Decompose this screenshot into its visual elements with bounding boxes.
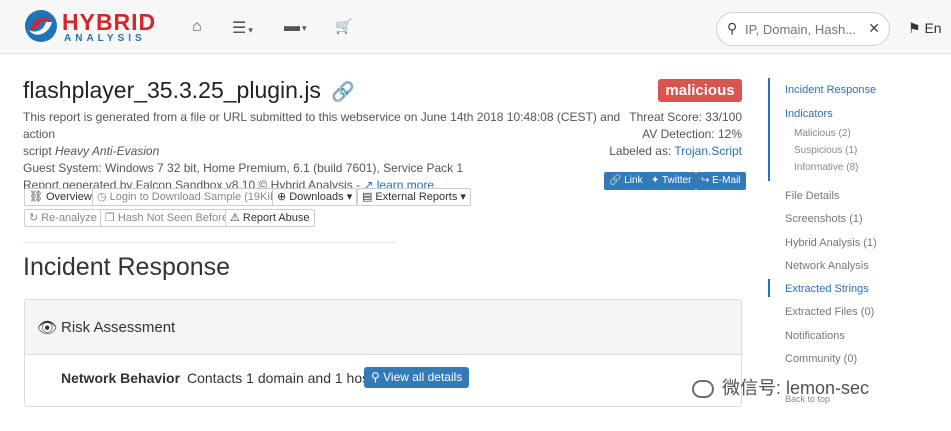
search-icon: ⚲ [727,20,738,36]
panel-title: Risk Assessment [61,319,176,336]
list-menu-icon[interactable]: ☰ ▾ [232,18,253,38]
share-link-button[interactable]: 🔗 Link [604,172,648,190]
chevron-down-icon: ▾ [460,191,466,203]
sidebar-active-indicator [768,279,770,297]
risk-assessment-panel: 👁 Risk Assessment Network Behavior Conta… [24,299,742,407]
malware-label-link[interactable]: Trojan.Script [674,144,742,158]
chevron-down-icon: ▾ [302,23,307,33]
score-block: Threat Score: 33/100 AV Detection: 12% L… [609,109,742,160]
section-title: Incident Response [23,253,231,281]
report-abuse-button[interactable]: ⚠ Report Abuse [225,209,315,227]
permalink-icon[interactable]: 🔗 [331,82,355,103]
action-script-name: Heavy Anti-Evasion [55,144,160,158]
reanalyze-button[interactable]: ↻ Re-analyze [24,209,102,227]
external-reports-dropdown[interactable]: ▤ External Reports ▾ [357,188,471,206]
link-icon: ⛓ [29,191,43,203]
share-email-button[interactable]: ↪ E-Mail [696,172,746,190]
sidebar-item-hybrid-analysis[interactable]: Hybrid Analysis (1) [785,237,877,249]
link-icon: 🔗 [609,175,625,186]
labeled-as: Labeled as: Trojan.Script [609,144,742,158]
wechat-watermark: 微信号: lemon-sec [692,374,869,400]
chevron-down-icon: ▾ [346,191,353,203]
sidebar-item-suspicious[interactable]: Suspicious (1) [794,145,857,156]
login-download-button[interactable]: ◷ Login to Download Sample (19KiB) [92,188,286,206]
sidebar-item-incident-response[interactable]: Incident Response [785,84,876,96]
clear-search-icon[interactable]: ✕ [868,20,880,37]
clock-icon: ◷ [97,191,107,203]
cart-icon[interactable]: 🛒 [335,18,352,35]
overview-button[interactable]: ⛓ Overview [24,188,97,206]
verdict-badge: malicious [658,79,742,102]
twitter-icon: ✦ [651,175,662,186]
sidebar-item-file-details[interactable]: File Details [785,190,839,202]
language-selector[interactable]: ⚑ En [908,20,942,37]
report-description: This report is generated from a file or … [23,109,623,194]
chevron-down-icon: ▾ [248,25,253,35]
sidebar-item-community[interactable]: Community (0) [785,353,857,365]
page-title: flashplayer_35.3.25_plugin.js 🔗 [23,77,355,104]
sidebar-item-extracted-strings[interactable]: Extracted Strings [785,283,869,295]
home-icon[interactable]: ⌂ [192,18,202,36]
panel-heading: 👁 Risk Assessment [25,300,741,355]
logo-word-hybrid: HYBRID [62,9,157,35]
report-icon: ▤ [362,191,373,203]
downloads-dropdown[interactable]: ⊕ Downloads ▾ [272,188,358,206]
search-input[interactable] [745,20,865,38]
search-icon: ⚲ [371,370,384,384]
divider [23,242,395,243]
logo-swirl-icon [25,10,57,42]
sidebar-item-extracted-files[interactable]: Extracted Files (0) [785,306,874,318]
desc-guest-system: Guest System: Windows 7 32 bit, Home Pre… [23,161,464,175]
sidebar-item-malicious[interactable]: Malicious (2) [794,128,851,139]
desc-line-1: This report is generated from a file or … [23,110,621,141]
warning-icon: ⚠ [230,212,240,224]
flag-icon: ⚑ [908,20,925,36]
hybrid-analysis-logo[interactable]: HYBRID ANALYSIS [24,8,174,46]
sidebar-item-screenshots[interactable]: Screenshots (1) [785,213,863,225]
network-behavior-value: Contacts 1 domain and 1 host. [187,370,377,386]
threat-score: Threat Score: 33/100 [629,110,742,124]
top-navbar: HYBRID ANALYSIS ⌂ ☰▾ ▬▾ 🛒 ⚲ ✕ ⚑ En [0,0,951,54]
desc-line-2: script Heavy Anti-Evasion [23,144,160,158]
download-icon: ⊕ [277,191,287,203]
search-box: ⚲ ✕ [716,12,890,46]
share-twitter-button[interactable]: ✦ Twitter [646,172,697,190]
sidebar-item-notifications[interactable]: Notifications [785,330,845,342]
view-all-details-button[interactable]: ⚲ View all details [364,367,470,388]
sidebar-active-indicator [768,78,770,181]
copy-icon: ❐ [105,212,115,224]
network-behavior-label: Network Behavior [61,370,181,386]
share-arrow-icon: ↪ [701,175,713,186]
logo-word-analysis: ANALYSIS [64,33,146,44]
sidebar-item-indicators[interactable]: Indicators [785,108,833,120]
eye-icon: 👁 [37,320,58,337]
sidebar-item-informative[interactable]: Informative (8) [794,162,858,173]
wechat-icon [692,380,714,399]
file-name: flashplayer_35.3.25_plugin.js [23,77,321,103]
sidebar-item-network-analysis[interactable]: Network Analysis [785,260,869,272]
av-detection: AV Detection: 12% [642,127,742,141]
hash-not-seen-button[interactable]: ❐ Hash Not Seen Before [100,209,233,227]
folder-menu-icon[interactable]: ▬ ▾ [284,18,307,36]
refresh-icon: ↻ [29,212,39,224]
